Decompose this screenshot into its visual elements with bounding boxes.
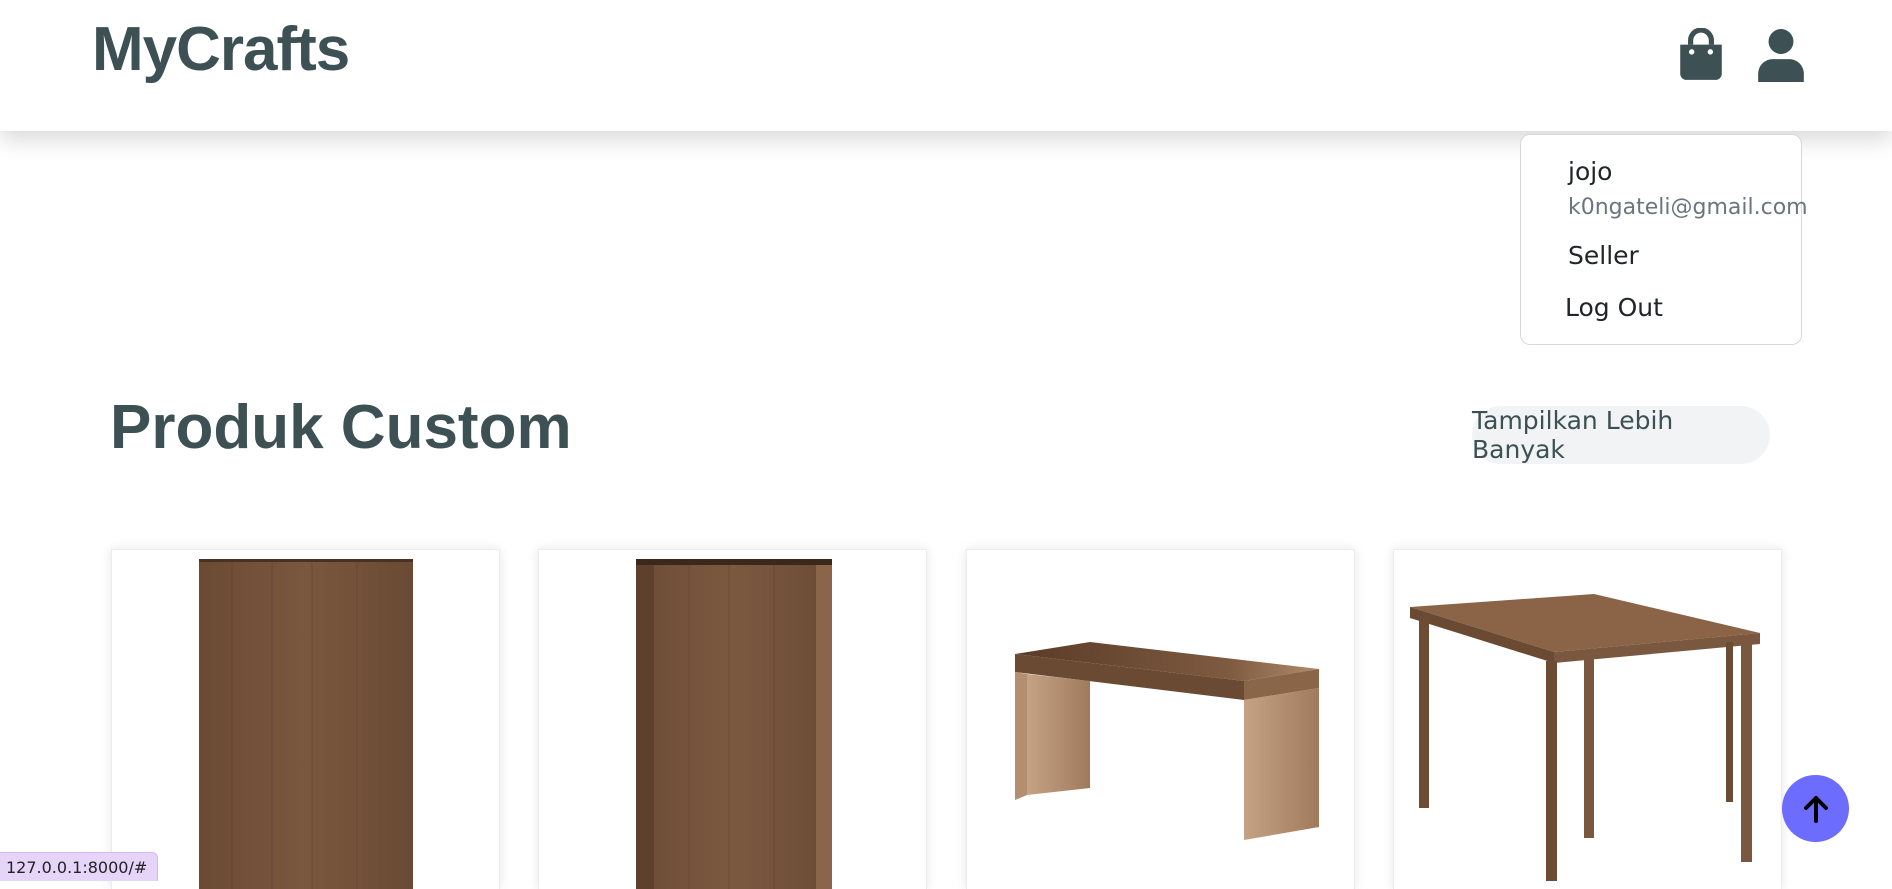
scroll-to-top-button[interactable] xyxy=(1782,775,1849,842)
product-image-wardrobe-door xyxy=(636,559,832,889)
navbar: MyCrafts xyxy=(0,0,1892,131)
product-image-cabinet-panel xyxy=(199,559,413,889)
product-card[interactable] xyxy=(966,549,1355,889)
product-card[interactable] xyxy=(1393,549,1782,889)
show-more-button[interactable]: Tampilkan Lebih Banyak xyxy=(1472,406,1770,464)
product-image-bench xyxy=(1015,642,1319,840)
seller-menu-item[interactable]: Seller xyxy=(1568,241,1639,270)
arrow-up-icon xyxy=(1803,795,1828,823)
product-image-dining-table xyxy=(1410,594,1760,881)
shopping-bag-icon[interactable] xyxy=(1676,28,1726,82)
brand-logo[interactable]: MyCrafts xyxy=(92,14,350,85)
logout-menu-item[interactable]: Log Out xyxy=(1565,293,1663,322)
user-icon[interactable] xyxy=(1756,28,1806,82)
user-dropdown-menu: jojo k0ngateli@gmail.com Seller Log Out xyxy=(1520,134,1808,345)
status-bar-url: 127.0.0.1:8000/# xyxy=(0,852,159,881)
product-card[interactable] xyxy=(538,549,927,889)
user-email: k0ngateli@gmail.com xyxy=(1568,195,1808,220)
product-card[interactable] xyxy=(111,549,500,889)
user-name: jojo xyxy=(1568,157,1613,186)
section-title: Produk Custom xyxy=(110,393,572,462)
